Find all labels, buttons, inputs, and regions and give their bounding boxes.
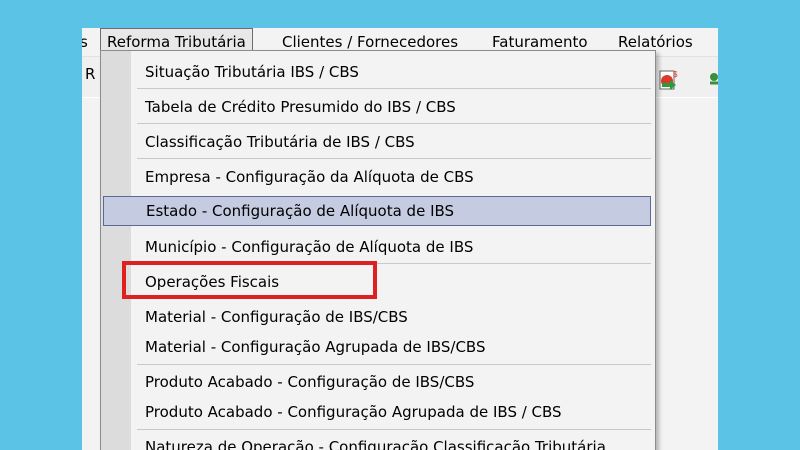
separator: [137, 123, 651, 124]
green-arrow-icon[interactable]: [708, 69, 718, 91]
menu-item-previous[interactable]: s: [82, 28, 88, 56]
report-dollar-icon[interactable]: $: [658, 69, 680, 91]
menu-option-material-agrupada[interactable]: Material - Configuração Agrupada de IBS/…: [103, 332, 651, 362]
right-frame: [718, 0, 800, 450]
menu-option-natureza-operacao[interactable]: Natureza de Operação - Configuração Clas…: [103, 432, 651, 450]
menu-option-situacao-tributaria[interactable]: Situação Tributária IBS / CBS: [103, 57, 651, 87]
menu-option-tabela-credito-presumido[interactable]: Tabela de Crédito Presumido do IBS / CBS: [103, 92, 651, 122]
menu-option-produto-acabado-configuracao[interactable]: Produto Acabado - Configuração de IBS/CB…: [103, 367, 651, 397]
application-window: s Reforma Tributária Clientes / Forneced…: [82, 28, 718, 450]
menu-option-classificacao-tributaria[interactable]: Classificação Tributária de IBS / CBS: [103, 127, 651, 157]
separator: [137, 88, 651, 89]
menu-option-empresa-aliquota-cbs[interactable]: Empresa - Configuração da Alíquota de CB…: [103, 162, 651, 192]
menu-option-produto-acabado-agrupada[interactable]: Produto Acabado - Configuração Agrupada …: [103, 397, 651, 427]
menu-option-municipio-aliquota-ibs[interactable]: Município - Configuração de Alíquota de …: [103, 232, 651, 262]
separator: [137, 158, 651, 159]
toolbar-label: R: [85, 65, 96, 83]
top-frame: [82, 0, 718, 28]
separator: [137, 429, 651, 430]
separator: [137, 364, 651, 365]
menu-option-estado-aliquota-ibs[interactable]: Estado - Configuração de Alíquota de IBS: [103, 196, 651, 226]
left-frame: [0, 0, 82, 450]
menu-option-material-configuracao[interactable]: Material - Configuração de IBS/CBS: [103, 302, 651, 332]
svg-text:$: $: [673, 70, 678, 79]
reforma-tributaria-dropdown: Situação Tributária IBS / CBS Tabela de …: [100, 50, 656, 450]
annotation-highlight-box: [122, 261, 377, 299]
